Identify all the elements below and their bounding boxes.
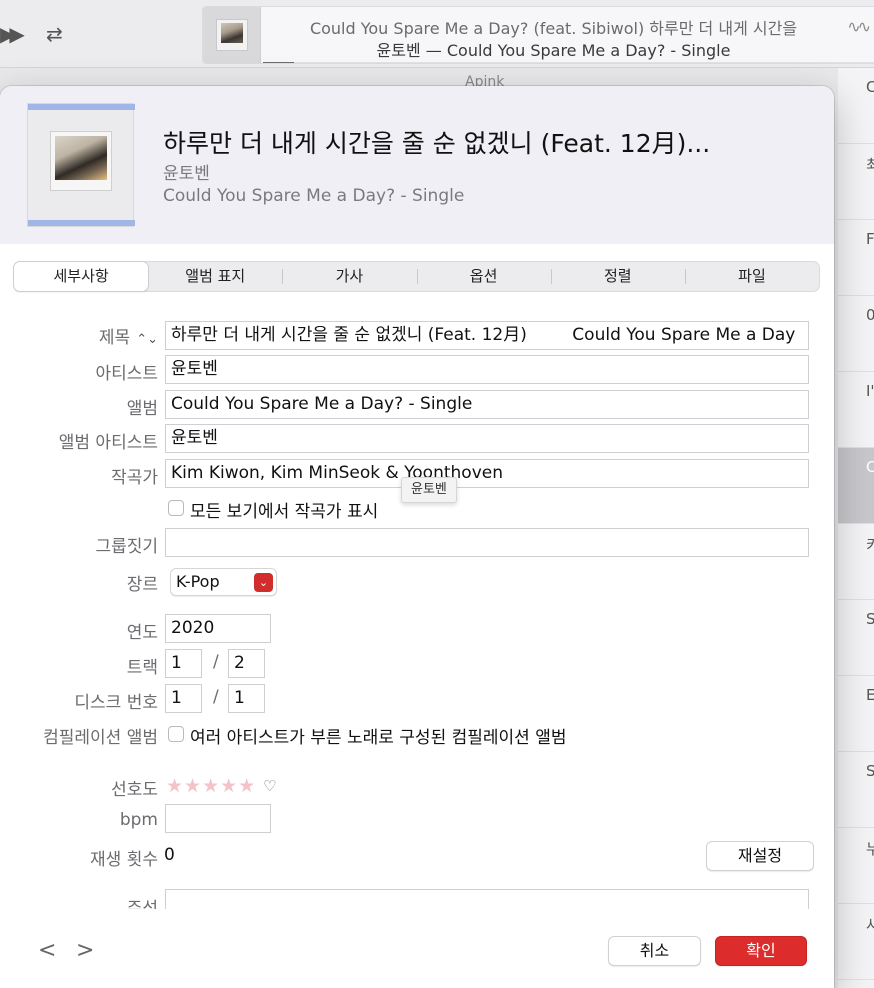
now-playing-title: Could You Spare Me a Day? (feat. Sibiwol…	[309, 19, 798, 38]
title-sort-value: Could You Spare Me a Day	[572, 325, 796, 345]
chevron-down-icon[interactable]: ⌄	[254, 573, 273, 592]
title-value: 하루만 더 내게 시간을 줄 순 없겠니 (Feat. 12月)	[171, 325, 527, 345]
header-artist: 윤토벤	[163, 164, 210, 184]
now-playing-display[interactable]: Could You Spare Me a Day? (feat. Sibiwol…	[202, 6, 874, 64]
grouping-field[interactable]	[165, 528, 809, 557]
header-album: Could You Spare Me a Day? - Single	[163, 186, 465, 206]
background-list-row[interactable]: 키	[838, 524, 874, 600]
background-list-row[interactable]: 최	[838, 144, 874, 220]
repeat-icon[interactable]: ⇄	[46, 22, 63, 46]
cancel-button[interactable]: 취소	[608, 936, 701, 966]
love-heart-icon[interactable]: ♡	[263, 777, 276, 795]
compilation-checkbox-label: 여러 아티스트가 부른 노래로 구성된 컴필레이션 앨범	[190, 728, 567, 748]
player-toolbar: ▶▶ ⇄ Could You Spare Me a Day? (feat. Si…	[0, 0, 874, 68]
background-list-row[interactable]: C	[838, 68, 874, 144]
tab-3[interactable]: 가사	[282, 262, 416, 291]
album-field[interactable]: Could You Spare Me a Day? - Single	[165, 390, 809, 419]
fast-forward-icon[interactable]: ▶▶	[0, 22, 25, 46]
now-playing-subtitle: 윤토벤 — Could You Spare Me a Day? - Single	[376, 41, 731, 60]
background-list-row[interactable]: 사	[838, 904, 874, 980]
album-artist-field[interactable]: 윤토벤	[165, 424, 809, 453]
reset-button[interactable]: 재설정	[706, 841, 814, 871]
previous-track-button[interactable]: <	[38, 938, 56, 963]
genre-value: K-Pop	[176, 572, 220, 591]
sort-toggle-icon[interactable]: ⌃⌄	[136, 332, 158, 347]
title-label: 제목 ⌃⌄	[98, 328, 158, 348]
disc-label: 디스크 번호	[74, 693, 158, 713]
artist-label: 아티스트	[95, 364, 158, 384]
compilation-checkbox[interactable]	[168, 726, 184, 742]
playback-progress-bar[interactable]	[263, 62, 874, 63]
audio-wave-icon[interactable]: ∿∿	[847, 17, 871, 36]
background-list-row[interactable]: S	[838, 752, 874, 828]
grouping-label: 그룹짓기	[95, 537, 158, 557]
now-playing-artwork	[203, 7, 261, 63]
show-composer-checkbox[interactable]	[168, 500, 184, 516]
rating-label: 선호도	[111, 780, 158, 800]
bpm-label: bpm	[119, 810, 158, 830]
disc-separator: /	[213, 687, 219, 707]
year-field[interactable]: 2020	[165, 614, 271, 643]
composer-label: 작곡가	[111, 468, 158, 488]
album-artist-label: 앨범 아티스트	[58, 433, 158, 453]
genre-select[interactable]: K-Pop ⌄	[170, 568, 277, 596]
song-info-dialog: 하루만 더 내게 시간을 줄 순 없겠니 (Feat. 12月)... 윤토벤 …	[0, 86, 834, 988]
comments-field[interactable]	[165, 889, 809, 911]
rating-stars[interactable]: ★★★★★	[166, 775, 256, 797]
disc-total-field[interactable]: 1	[228, 684, 265, 713]
background-list-row[interactable]: S	[838, 600, 874, 676]
info-tabs: 세부사항 앨범 표지 가사 옵션 정렬 파일	[13, 261, 820, 292]
tab-4[interactable]: 옵션	[416, 262, 551, 291]
background-song-list: C최F0I'C키SES누사	[838, 68, 874, 988]
tab-6[interactable]: 파일	[684, 262, 819, 291]
tab-2[interactable]: 앨범 표지	[148, 262, 282, 291]
dialog-header: 하루만 더 내게 시간을 줄 순 없겠니 (Feat. 12月)... 윤토벤 …	[0, 86, 834, 244]
show-composer-label: 모든 보기에서 작곡가 표시	[190, 502, 379, 522]
track-number-field[interactable]: 1	[165, 649, 202, 678]
header-song-title: 하루만 더 내게 시간을 줄 순 없겠니 (Feat. 12月)...	[163, 129, 711, 158]
track-label: 트랙	[126, 658, 158, 678]
tooltip: 윤토벤	[401, 477, 457, 503]
background-list-row[interactable]: E	[838, 676, 874, 752]
track-total-field[interactable]: 2	[228, 649, 265, 678]
composer-field[interactable]: Kim Kiwon, Kim MinSeok & Yoonthoven	[165, 459, 809, 488]
compilation-label: 컴필레이션 앨범	[43, 728, 158, 748]
background-list-row[interactable]: I'	[838, 372, 874, 448]
genre-label: 장르	[126, 575, 158, 595]
year-label: 연도	[126, 623, 158, 643]
title-field[interactable]: 하루만 더 내게 시간을 줄 순 없겠니 (Feat. 12月) Could Y…	[165, 321, 809, 350]
disc-number-field[interactable]: 1	[165, 684, 202, 713]
background-list-row[interactable]: C	[838, 448, 874, 524]
bpm-field[interactable]	[165, 804, 271, 833]
background-list-row[interactable]: 0	[838, 296, 874, 372]
play-count-label: 재생 횟수	[90, 850, 158, 870]
ok-button[interactable]: 확인	[715, 936, 807, 966]
tab-5[interactable]: 정렬	[550, 262, 685, 291]
background-list-row[interactable]: 누	[838, 828, 874, 904]
album-label: 앨범	[126, 399, 158, 419]
track-separator: /	[213, 652, 219, 672]
play-count-value: 0	[164, 845, 175, 865]
next-track-button[interactable]: >	[76, 938, 94, 963]
album-artwork	[27, 103, 135, 227]
tab-1[interactable]: 세부사항	[14, 262, 149, 291]
artist-field[interactable]: 윤토벤	[165, 355, 809, 384]
background-list-row[interactable]: F	[838, 220, 874, 296]
